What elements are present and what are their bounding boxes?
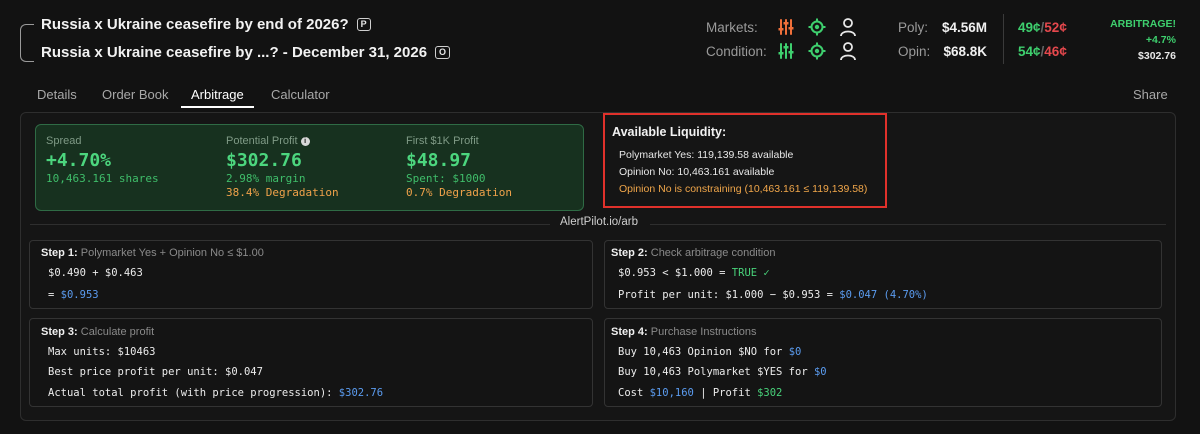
arbitrage-percent: +4.7% (1145, 34, 1176, 46)
user-icon[interactable] (839, 17, 857, 37)
crosshair-icon[interactable] (808, 42, 826, 60)
potential-profit-block: Potential Profit i $302.76 2.98% margin … (226, 135, 339, 199)
market-title-2: Russia x Ukraine ceasefire by ...? - Dec… (41, 44, 428, 61)
arbitrage-indicator: ARBITRAGE! +4.7% $302.76 (1100, 16, 1176, 64)
opin-prices: 54¢/46¢ (1018, 44, 1067, 59)
info-icon[interactable]: i (300, 137, 310, 146)
user-icon[interactable] (839, 41, 857, 61)
share-button[interactable]: Share (1133, 87, 1168, 102)
liquidity-polymarket-yes: Polymarket Yes: 119,139.58 available (619, 149, 794, 161)
spread-shares: 10,463.161 shares (46, 172, 159, 185)
step-1-header: Step 1: Polymarket Yes + Opinion No ≤ $1… (41, 247, 264, 259)
liquidity-opinion-no: Opinion No: 10,463.161 available (619, 166, 775, 178)
step-2-line-2: Profit per unit: $1.000 − $0.953 = $0.04… (618, 289, 928, 301)
step-4-header: Step 4: Purchase Instructions (611, 326, 757, 338)
potential-profit-label: Potential Profit (226, 135, 298, 147)
liquidity-constraint-warning: Opinion No is constraining (10,463.161 ≤… (619, 183, 868, 195)
active-tab-indicator (181, 106, 254, 108)
market-title-polymarket[interactable]: Russia x Ukraine ceasefire by end of 202… (41, 16, 371, 33)
arbitrage-profit: $302.76 (1138, 50, 1176, 62)
step-3-line-3: Actual total profit (with price progress… (48, 387, 384, 399)
step-3-header: Step 3: Calculate profit (41, 326, 155, 338)
crosshair-icon[interactable] (808, 18, 826, 36)
tab-details[interactable]: Details (37, 87, 77, 102)
poly-yes-price: 49¢ (1018, 20, 1041, 35)
header-divider (1003, 14, 1004, 64)
spread-block: Spread +4.70% 10,463.161 shares (46, 135, 159, 185)
step-2-header: Step 2: Check arbitrage condition (611, 247, 776, 259)
step-4-line-3: Cost $10,160 | Profit $302 (618, 387, 783, 399)
step-4-line-2: Buy 10,463 Polymarket $YES for $0 (618, 366, 827, 378)
section-divider-left (30, 224, 550, 225)
liquidity-title: Available Liquidity: (612, 125, 727, 139)
sliders-icon[interactable] (777, 18, 795, 36)
potential-profit-value: $302.76 (226, 150, 302, 171)
watermark: AlertPilot.io/arb (560, 216, 638, 228)
markets-label: Markets: (706, 20, 758, 35)
condition-label: Condition: (706, 44, 767, 59)
section-divider-right (650, 224, 1166, 225)
profit-degradation: 38.4% Degradation (226, 186, 339, 199)
poly-volume-value: $4.56M (941, 20, 987, 35)
title-bracket (20, 24, 34, 62)
step-4-line-1: Buy 10,463 Opinion $NO for $0 (618, 346, 802, 358)
step-2-line-1: $0.953 < $1.000 = TRUE ✓ (618, 267, 770, 279)
market-title-opinion[interactable]: Russia x Ukraine ceasefire by ...? - Dec… (41, 44, 451, 61)
step-3-line-1: Max units: $10463 (48, 346, 156, 358)
tab-calculator[interactable]: Calculator (271, 87, 330, 102)
profit-margin: 2.98% margin (226, 172, 306, 185)
market-title-1: Russia x Ukraine ceasefire by end of 202… (41, 16, 349, 33)
spread-label: Spread (46, 135, 82, 147)
spread-value: +4.70% (46, 150, 112, 171)
tab-order-book[interactable]: Order Book (102, 87, 168, 102)
opinion-badge: O (435, 46, 451, 59)
first-1k-spent: Spent: $1000 (406, 172, 486, 185)
polymarket-badge: P (356, 18, 371, 31)
poly-no-price: 52¢ (1044, 20, 1067, 35)
step-3-line-2: Best price profit per unit: $0.047 (48, 366, 263, 378)
arbitrage-label: ARBITRAGE! (1110, 18, 1176, 30)
step-1-line-2: = $0.953 (48, 289, 99, 301)
sliders-icon[interactable] (777, 42, 795, 60)
opin-yes-price: 54¢ (1018, 44, 1041, 59)
first-1k-degradation: 0.7% Degradation (406, 186, 512, 199)
first-1k-profit-block: First $1K Profit $48.97 Spent: $1000 0.7… (406, 135, 512, 199)
opin-no-price: 46¢ (1044, 44, 1067, 59)
liquidity-content: Available Liquidity: Polymarket Yes: 119… (612, 125, 867, 195)
opin-volume-value: $68.8K (943, 44, 987, 59)
first-1k-value: $48.97 (406, 150, 472, 171)
poly-prices: 49¢/52¢ (1018, 20, 1067, 35)
step-1-line-1: $0.490 + $0.463 (48, 267, 143, 279)
tab-arbitrage[interactable]: Arbitrage (191, 87, 244, 102)
first-1k-label: First $1K Profit (406, 135, 479, 147)
